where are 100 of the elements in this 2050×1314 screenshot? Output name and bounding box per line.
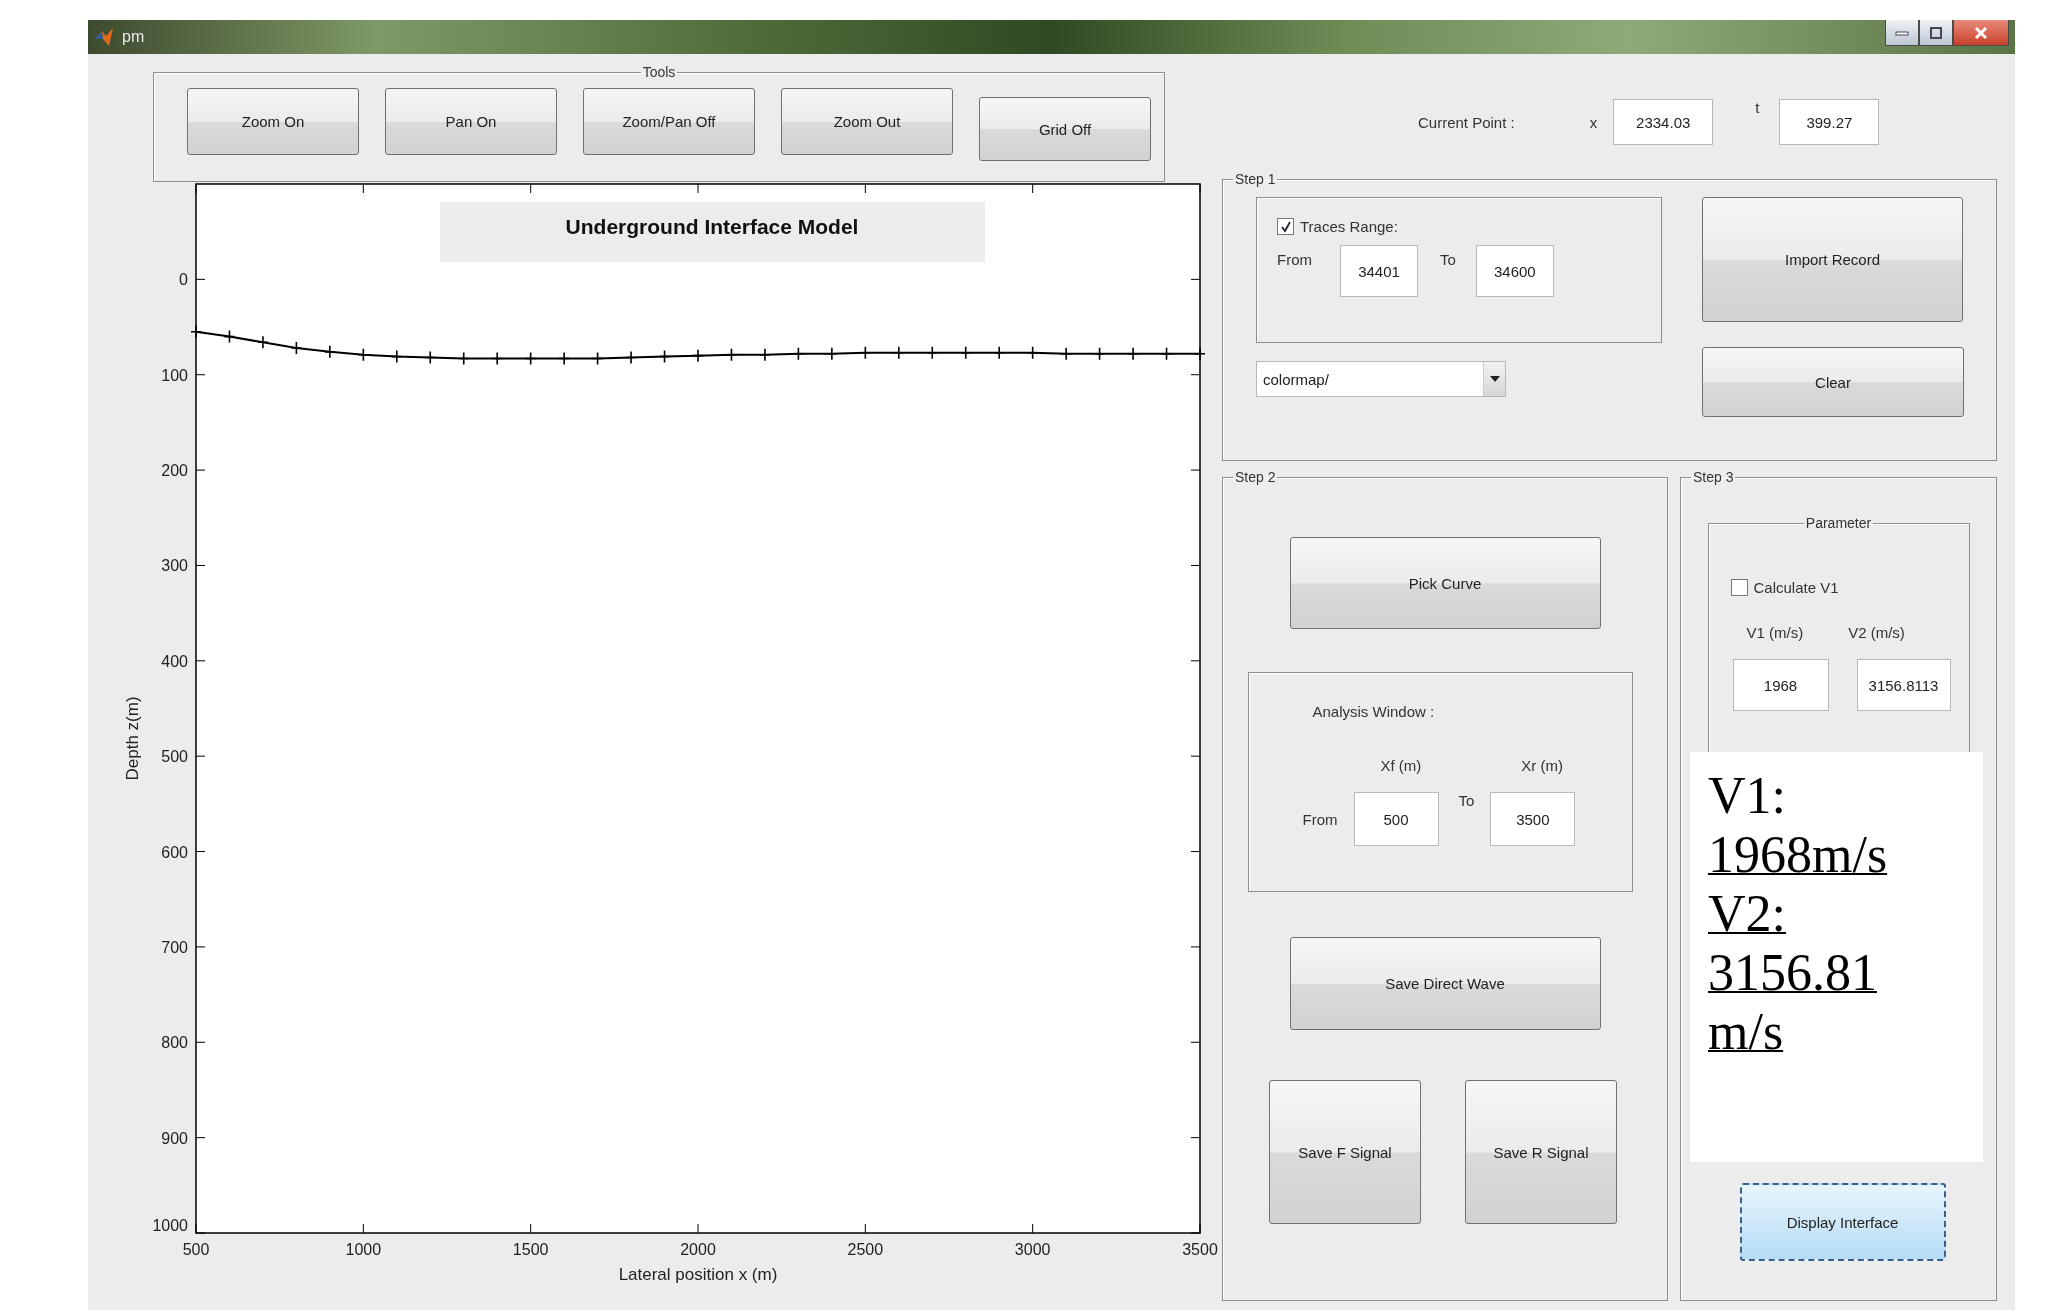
y-tick-label: 800 bbox=[161, 1034, 188, 1052]
from-label: From bbox=[1302, 810, 1338, 828]
data-marker bbox=[1060, 346, 1072, 361]
checkbox-label: Calculate V1 bbox=[1753, 579, 1839, 596]
data-marker bbox=[591, 351, 604, 366]
save-direct-wave-button[interactable]: Save Direct Wave bbox=[1289, 937, 1601, 1030]
panel-title: Step 1 bbox=[1234, 171, 1277, 187]
minimize-button[interactable] bbox=[1885, 20, 1919, 46]
x-tick-label: 1500 bbox=[512, 1241, 549, 1258]
x-tick-label: 3500 bbox=[1182, 1241, 1218, 1258]
data-marker bbox=[859, 346, 872, 360]
y-tick-label: 200 bbox=[161, 462, 188, 480]
x-tick-label: 3000 bbox=[1014, 1241, 1051, 1258]
close-icon bbox=[1974, 25, 1988, 40]
x-tick-label: 1000 bbox=[345, 1241, 382, 1258]
data-marker bbox=[625, 350, 637, 365]
to-label: To bbox=[1440, 251, 1456, 268]
save-signal-button[interactable]: Save R Signal bbox=[1465, 1080, 1617, 1224]
data-marker bbox=[491, 351, 503, 366]
data-marker bbox=[524, 351, 537, 366]
y-tick-label: 300 bbox=[161, 557, 188, 575]
t-label: t bbox=[1755, 99, 1760, 116]
y-tick-label: 500 bbox=[161, 748, 188, 766]
y-tick-label: 600 bbox=[161, 843, 188, 861]
y-tick-label: 900 bbox=[161, 1129, 188, 1147]
data-marker bbox=[457, 351, 470, 366]
panel-title: Tools bbox=[641, 64, 677, 80]
data-marker bbox=[826, 346, 838, 361]
checkbox-label: Traces Range: bbox=[1300, 218, 1398, 235]
x-label: x bbox=[1589, 113, 1598, 131]
panel-title: Step 3 bbox=[1692, 469, 1735, 485]
app-logo-icon bbox=[94, 27, 114, 47]
data-marker bbox=[1127, 346, 1139, 361]
data-marker bbox=[391, 349, 403, 364]
tool-button[interactable]: Grid Off bbox=[979, 97, 1151, 161]
panel-title: Step 2 bbox=[1234, 469, 1277, 485]
data-marker bbox=[725, 347, 738, 362]
maximize-icon bbox=[1929, 25, 1943, 40]
data-marker bbox=[190, 325, 202, 339]
data-marker bbox=[424, 350, 437, 365]
xr-field[interactable]: 3500 bbox=[1490, 792, 1576, 846]
colormap-dropdown[interactable]: colormap/ bbox=[1256, 361, 1506, 397]
data-marker bbox=[759, 347, 771, 362]
v2-field[interactable]: 3156.8113 bbox=[1856, 659, 1951, 711]
x-tick-label: 2000 bbox=[680, 1241, 716, 1258]
y-tick-label: 400 bbox=[161, 652, 188, 670]
save-signal-button[interactable]: Save F Signal bbox=[1269, 1080, 1421, 1224]
tool-button[interactable]: Pan On bbox=[385, 88, 557, 155]
annotation-line: 3156.81 bbox=[1708, 943, 1878, 1002]
pick-curve-button[interactable]: Pick Curve bbox=[1289, 537, 1601, 629]
data-marker bbox=[558, 351, 570, 366]
to-label: To bbox=[1458, 792, 1475, 809]
data-marker bbox=[324, 345, 336, 359]
data-marker bbox=[993, 346, 1005, 360]
data-marker bbox=[290, 341, 303, 355]
checkbox[interactable] bbox=[1277, 218, 1294, 235]
data-marker bbox=[1194, 346, 1206, 361]
chart-title: Underground Interface Model bbox=[565, 215, 859, 238]
data-marker bbox=[658, 349, 671, 364]
to-field[interactable]: 34600 bbox=[1475, 245, 1554, 297]
y-tick-label: 100 bbox=[161, 366, 188, 384]
tool-button[interactable]: Zoom On bbox=[187, 88, 359, 155]
v1-field[interactable]: 1968 bbox=[1732, 659, 1829, 711]
data-marker bbox=[257, 335, 269, 350]
display-interface-button[interactable]: Display Interface bbox=[1739, 1183, 1946, 1261]
xf-field[interactable]: 500 bbox=[1353, 792, 1439, 846]
dropdown-arrow-icon bbox=[1489, 376, 1500, 382]
y-tick-label: 1000 bbox=[152, 1217, 188, 1234]
tool-button[interactable]: Zoom Out bbox=[781, 88, 953, 155]
data-marker bbox=[893, 346, 905, 360]
data-marker bbox=[959, 346, 972, 360]
close-button[interactable] bbox=[1953, 20, 2009, 46]
annotation-line: 1968m/s bbox=[1708, 825, 1889, 884]
maximize-button[interactable] bbox=[1919, 20, 1953, 46]
x-coordinate-field[interactable]: 2334.03 bbox=[1613, 99, 1714, 145]
xf-label: Xf (m) bbox=[1380, 757, 1422, 774]
import-record-button[interactable]: Import Record bbox=[1702, 197, 1963, 322]
minimize-icon bbox=[1895, 29, 1909, 36]
xr-label: Xr (m) bbox=[1521, 757, 1563, 774]
y-tick-label: 0 bbox=[179, 271, 188, 289]
from-field[interactable]: 34401 bbox=[1340, 245, 1418, 297]
annotation-line: m/s bbox=[1708, 1002, 1785, 1061]
x-tick-label: 2500 bbox=[847, 1241, 884, 1258]
clear-button[interactable]: Clear bbox=[1702, 347, 1964, 417]
analysis-window-label: Analysis Window : bbox=[1312, 703, 1435, 720]
t-coordinate-field[interactable]: 399.27 bbox=[1779, 99, 1880, 145]
data-marker bbox=[1093, 346, 1106, 361]
data-marker bbox=[692, 348, 704, 363]
annotation-line: V1: bbox=[1708, 766, 1787, 825]
from-label: From bbox=[1277, 251, 1312, 268]
v2-label: V2 (m/s) bbox=[1848, 624, 1905, 641]
y-tick-label: 700 bbox=[161, 938, 188, 956]
data-marker bbox=[926, 346, 939, 360]
checkbox[interactable] bbox=[1730, 579, 1748, 596]
x-tick-label: 500 bbox=[182, 1241, 210, 1258]
x-axis-label: Lateral position x (m) bbox=[618, 1265, 778, 1284]
data-marker bbox=[1026, 346, 1039, 360]
data-marker bbox=[1160, 346, 1173, 361]
tool-button[interactable]: Zoom/Pan Off bbox=[583, 88, 755, 155]
data-marker bbox=[357, 347, 370, 362]
